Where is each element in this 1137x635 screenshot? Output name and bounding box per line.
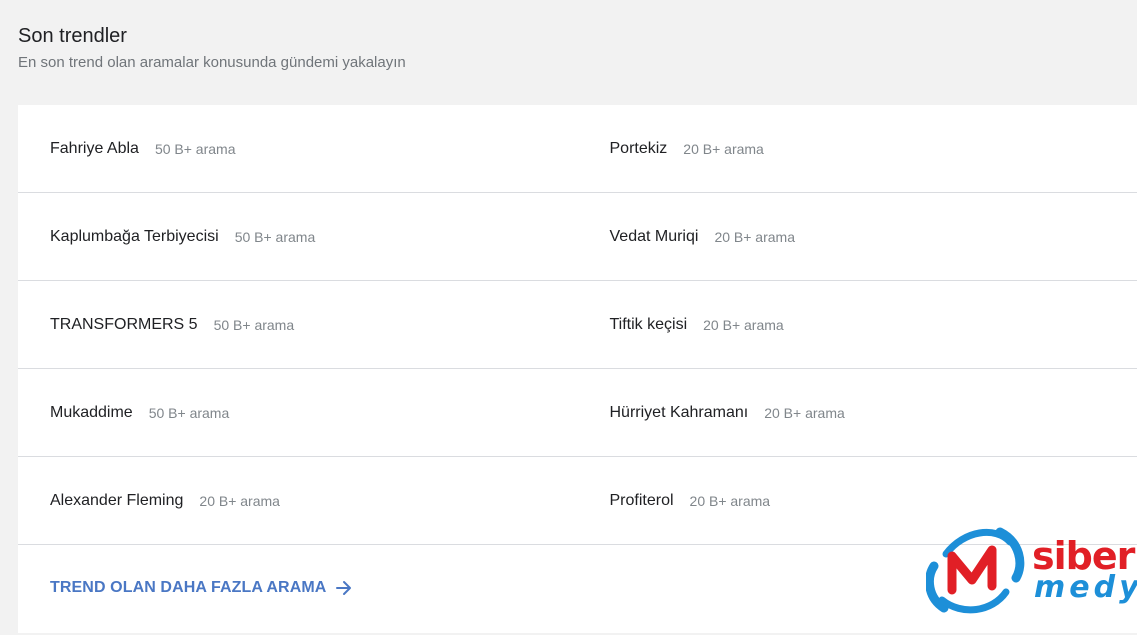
trend-item[interactable]: Tiftik keçisi 20 B+ arama <box>578 281 1137 368</box>
trend-count: 50 B+ arama <box>234 228 316 245</box>
trend-item[interactable]: Mukaddime 50 B+ arama <box>18 369 578 456</box>
trends-row: Mukaddime 50 B+ arama Hürriyet Kahramanı… <box>18 369 1137 457</box>
trend-item[interactable]: Kaplumbağa Terbiyecisi 50 B+ arama <box>18 193 578 280</box>
trend-item[interactable]: Alexander Fleming 20 B+ arama <box>18 457 578 544</box>
trend-count: 50 B+ arama <box>213 316 295 333</box>
trends-row: Kaplumbağa Terbiyecisi 50 B+ arama Vedat… <box>18 193 1137 281</box>
trend-count: 20 B+ arama <box>764 404 845 421</box>
trend-term[interactable]: Portekiz <box>610 140 668 158</box>
trends-grid: Fahriye Abla 50 B+ arama Portekiz 20 B+ … <box>18 105 1137 545</box>
trend-count: 20 B+ arama <box>714 228 795 245</box>
trend-term[interactable]: Profiterol <box>610 492 674 510</box>
trend-item[interactable]: Fahriye Abla 50 B+ arama <box>18 105 578 192</box>
siber-medya-watermark: siber medya <box>926 520 1137 620</box>
trend-term[interactable]: TRANSFORMERS 5 <box>50 316 198 334</box>
trend-count: 50 B+ arama <box>154 140 236 157</box>
trend-item[interactable]: TRANSFORMERS 5 50 B+ arama <box>18 281 578 368</box>
trend-item[interactable]: Portekiz 20 B+ arama <box>578 105 1137 192</box>
trends-row: TRANSFORMERS 5 50 B+ arama Tiftik keçisi… <box>18 281 1137 369</box>
trend-term[interactable]: Mukaddime <box>50 404 133 422</box>
section-title: Son trendler <box>18 25 127 47</box>
trend-count: 20 B+ arama <box>199 492 280 509</box>
trends-row: Fahriye Abla 50 B+ arama Portekiz 20 B+ … <box>18 105 1137 193</box>
trend-count: 20 B+ arama <box>703 316 784 333</box>
trend-count: 20 B+ arama <box>689 492 771 509</box>
trend-item[interactable]: Vedat Muriqi 20 B+ arama <box>578 193 1137 280</box>
watermark-line2: medya <box>1034 570 1137 605</box>
trend-item[interactable]: Hürriyet Kahramanı 20 B+ arama <box>578 369 1137 456</box>
trend-term[interactable]: Tiftik keçisi <box>610 316 688 334</box>
section-header: Son trendler En son trend olan aramalar … <box>18 24 406 73</box>
arrow-right-icon[interactable] <box>334 578 354 598</box>
trend-term[interactable]: Alexander Fleming <box>50 492 183 510</box>
siber-medya-logo-icon <box>926 527 1025 614</box>
trend-term[interactable]: Kaplumbağa Terbiyecisi <box>50 228 219 246</box>
trend-count: 20 B+ arama <box>683 140 764 157</box>
more-trends-label[interactable]: TREND OLAN DAHA FAZLA ARAMA <box>50 579 326 597</box>
trend-term[interactable]: Hürriyet Kahramanı <box>610 404 749 422</box>
more-trends-link[interactable]: TREND OLAN DAHA FAZLA ARAMA <box>50 578 354 598</box>
section-subtitle: En son trend olan aramalar konusunda gün… <box>18 54 406 71</box>
trend-term[interactable]: Vedat Muriqi <box>610 228 699 246</box>
trend-term[interactable]: Fahriye Abla <box>50 140 139 158</box>
trend-count: 50 B+ arama <box>148 404 230 421</box>
